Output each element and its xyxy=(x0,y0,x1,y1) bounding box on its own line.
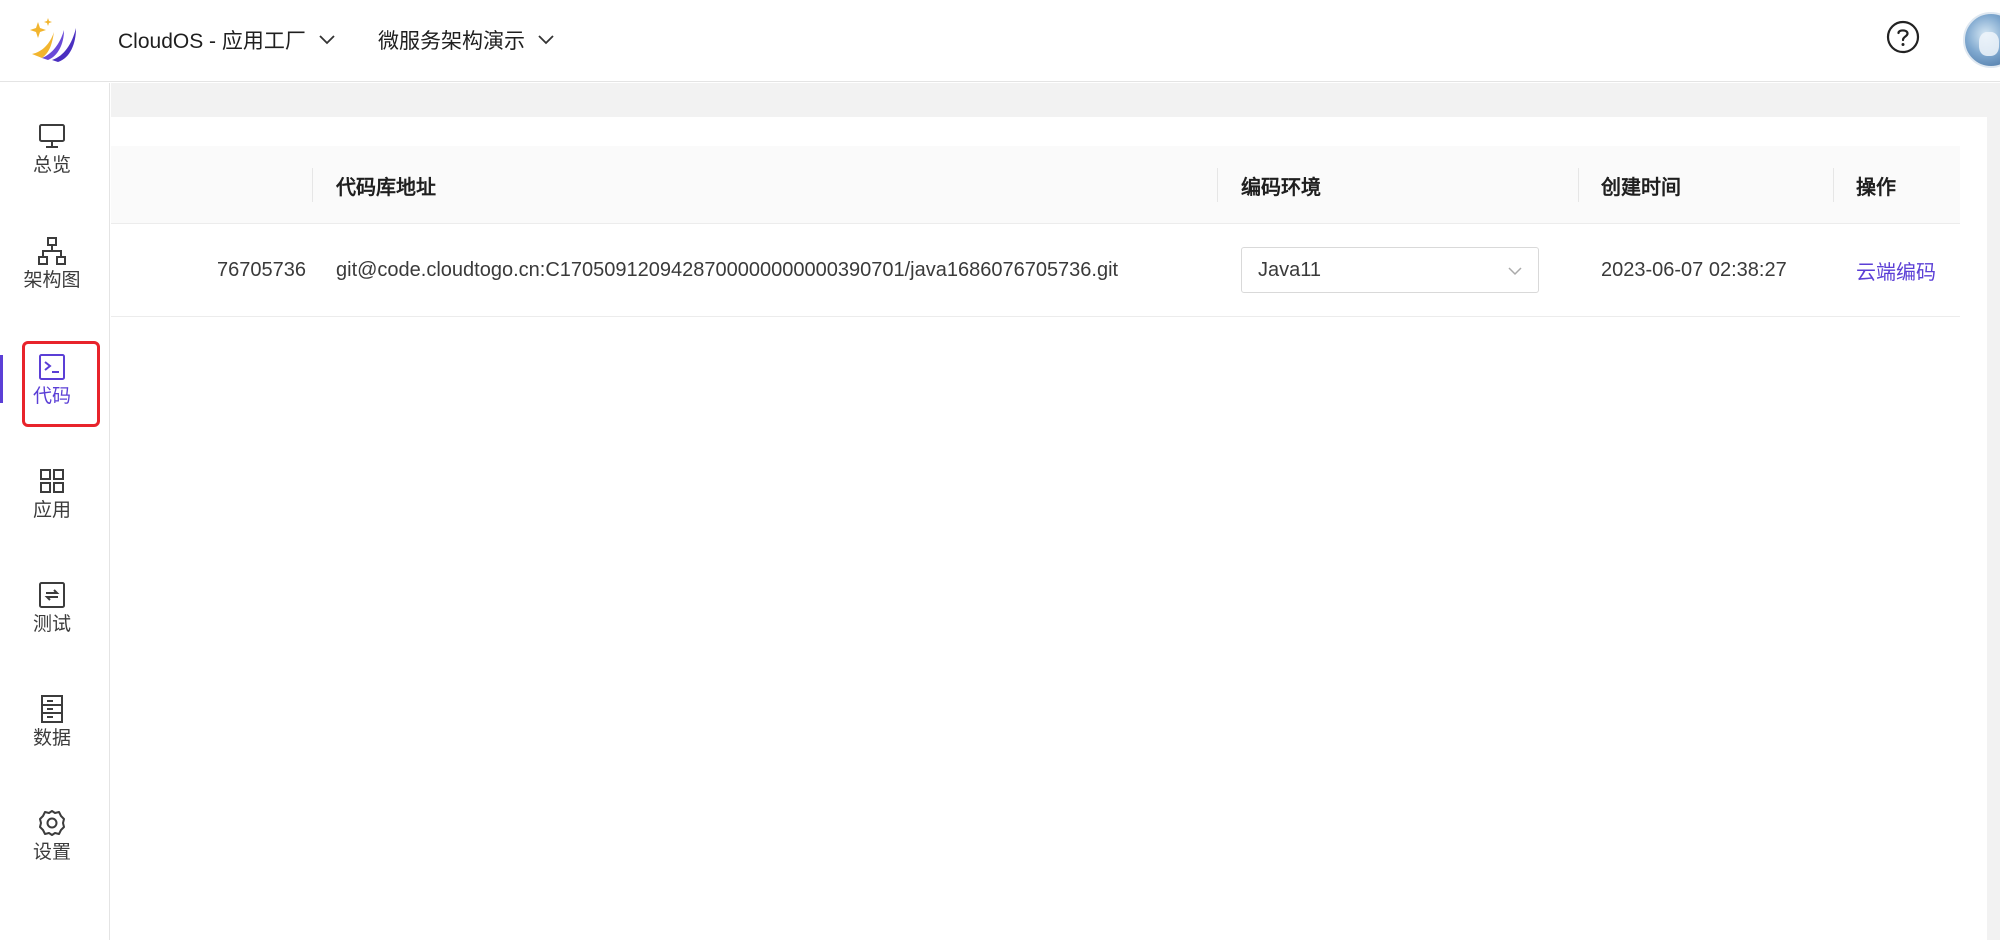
app-selector[interactable]: CloudOS - 应用工厂 xyxy=(118,20,336,60)
table-row: 76705736 git@code.cloudtogo.cn:C17050912… xyxy=(111,224,1960,317)
sidebar-item-overview[interactable]: 总览 xyxy=(0,108,104,190)
avatar-face xyxy=(1979,32,1999,56)
database-icon xyxy=(41,695,63,723)
column-header-repo-url: 代码库地址 xyxy=(336,176,436,199)
sidebar-item-label: 测试 xyxy=(32,614,71,635)
column-divider xyxy=(1833,168,1834,202)
sidebar-item-data[interactable]: 数据 xyxy=(0,681,104,763)
project-selector[interactable]: 微服务架构演示 xyxy=(378,20,555,60)
project-selector-label: 微服务架构演示 xyxy=(378,30,525,53)
repo-name-cell: 76705736 xyxy=(111,224,306,317)
terminal-icon xyxy=(39,354,65,380)
sidebar-item-architecture[interactable]: 架构图 xyxy=(0,223,104,305)
sidebar-item-label: 数据 xyxy=(32,728,71,749)
refresh-icon xyxy=(39,582,65,608)
column-header-action: 操作 xyxy=(1856,176,1896,199)
cloud-coding-link[interactable]: 云端编码 xyxy=(1856,256,1936,285)
monitor-icon xyxy=(39,124,65,148)
top-header: CloudOS - 应用工厂 微服务架构演示 xyxy=(0,0,2000,82)
sidebar-item-label: 应用 xyxy=(32,500,71,521)
column-header-created: 创建时间 xyxy=(1601,176,1681,199)
sidebar-item-settings[interactable]: 设置 xyxy=(0,795,104,877)
repo-url: git@code.cloudtogo.cn:C17050912094287000… xyxy=(336,259,1119,281)
action-cell: 云端编码 xyxy=(1856,224,1956,317)
created-time-cell: 2023-06-07 02:38:27 xyxy=(1601,224,1831,317)
avatar[interactable] xyxy=(1963,12,2000,68)
env-select-value: Java11 xyxy=(1258,258,1322,281)
sidebar-item-label: 代码 xyxy=(32,386,71,407)
chevron-down-icon xyxy=(538,35,554,45)
sidebar-item-label: 设置 xyxy=(32,842,71,863)
sidebar-item-test[interactable]: 测试 xyxy=(0,567,104,649)
column-divider xyxy=(312,168,313,202)
repo-name: 76705736 xyxy=(217,259,306,281)
sidebar-item-label: 架构图 xyxy=(23,270,81,291)
repo-url-cell: git@code.cloudtogo.cn:C17050912094287000… xyxy=(336,224,1216,317)
logo-icon[interactable] xyxy=(28,14,82,64)
architecture-icon xyxy=(38,237,66,265)
chevron-down-icon xyxy=(319,35,335,45)
env-select[interactable]: Java11 xyxy=(1241,247,1539,293)
created-time: 2023-06-07 02:38:27 xyxy=(1601,259,1787,281)
sidebar: 总览 架构图 代码 应用 测试 数据 设置 xyxy=(0,83,110,940)
sidebar-item-label: 总览 xyxy=(32,155,71,176)
sidebar-item-apps[interactable]: 应用 xyxy=(0,453,104,535)
help-icon[interactable] xyxy=(1886,20,1920,54)
grid-icon xyxy=(40,469,64,493)
column-header-env: 编码环境 xyxy=(1241,176,1321,199)
app-selector-label: CloudOS - 应用工厂 xyxy=(118,30,306,53)
table-header: 代码库地址 编码环境 创建时间 操作 xyxy=(111,146,1960,224)
column-divider xyxy=(1578,168,1579,202)
gear-icon xyxy=(39,810,65,836)
chevron-down-icon xyxy=(1508,267,1522,276)
sidebar-item-code[interactable]: 代码 xyxy=(0,339,104,421)
column-divider xyxy=(1217,168,1218,202)
